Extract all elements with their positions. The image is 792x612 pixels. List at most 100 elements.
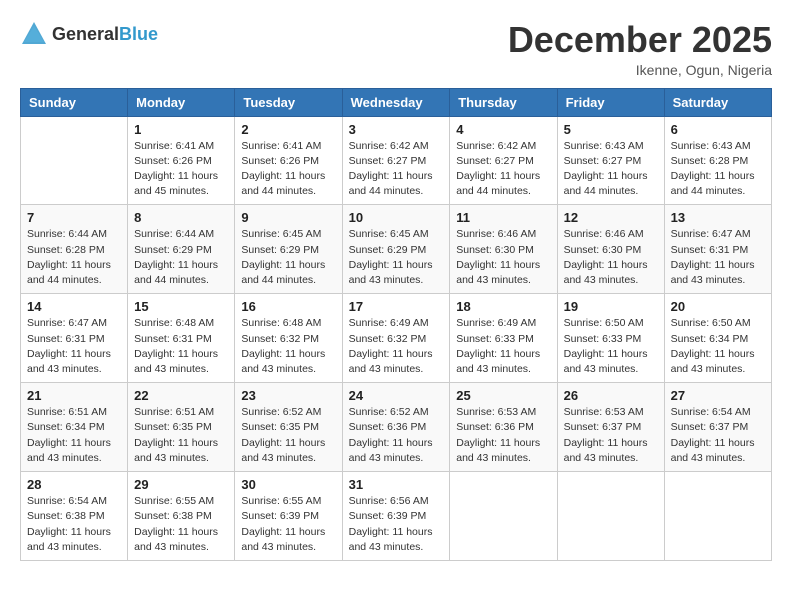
day-info: Sunrise: 6:53 AMSunset: 6:37 PMDaylight:… [564, 405, 658, 466]
day-info: Sunrise: 6:47 AMSunset: 6:31 PMDaylight:… [27, 316, 121, 377]
day-number: 23 [241, 388, 335, 403]
calendar-cell: 2 Sunrise: 6:41 AMSunset: 6:26 PMDaylight… [235, 116, 342, 205]
logo: General Blue [20, 20, 158, 48]
day-info: Sunrise: 6:42 AMSunset: 6:27 PMDaylight:… [456, 139, 550, 200]
day-number: 12 [564, 210, 658, 225]
day-info: Sunrise: 6:55 AMSunset: 6:38 PMDaylight:… [134, 494, 228, 555]
calendar-cell: 13 Sunrise: 6:47 AMSunset: 6:31 PMDayligh… [664, 205, 771, 294]
day-info: Sunrise: 6:48 AMSunset: 6:32 PMDaylight:… [241, 316, 335, 377]
title-block: December 2025 Ikenne, Ogun, Nigeria [508, 20, 772, 78]
logo-text-blue: Blue [119, 25, 158, 43]
location: Ikenne, Ogun, Nigeria [508, 62, 772, 78]
day-info: Sunrise: 6:43 AMSunset: 6:28 PMDaylight:… [671, 139, 765, 200]
calendar-cell: 27Sunrise: 6:54 AMSunset: 6:37 PMDayligh… [664, 383, 771, 472]
weekday-header: Friday [557, 88, 664, 116]
calendar-cell: 22 Sunrise: 6:51 AMSunset: 6:35 PMDayligh… [128, 383, 235, 472]
day-info: Sunrise: 6:50 AMSunset: 6:34 PMDaylight:… [671, 316, 765, 377]
calendar-cell: 28 Sunrise: 6:54 AMSunset: 6:38 PMDayligh… [21, 472, 128, 561]
day-number: 29 [134, 477, 228, 492]
calendar-cell: 12Sunrise: 6:46 AMSunset: 6:30 PMDayligh… [557, 205, 664, 294]
calendar-cell: 25 Sunrise: 6:53 AMSunset: 6:36 PMDayligh… [450, 383, 557, 472]
calendar-cell: 3 Sunrise: 6:42 AMSunset: 6:27 PMDaylight… [342, 116, 450, 205]
weekday-header: Wednesday [342, 88, 450, 116]
calendar-week-row: 1 Sunrise: 6:41 AMSunset: 6:26 PMDaylight… [21, 116, 772, 205]
day-number: 21 [27, 388, 121, 403]
day-info: Sunrise: 6:41 AMSunset: 6:26 PMDaylight:… [134, 139, 228, 200]
day-number: 5 [564, 122, 658, 137]
day-number: 18 [456, 299, 550, 314]
calendar-week-row: 7 Sunrise: 6:44 AMSunset: 6:28 PMDaylight… [21, 205, 772, 294]
day-info: Sunrise: 6:56 AMSunset: 6:39 PMDaylight:… [349, 494, 444, 555]
calendar-cell: 29 Sunrise: 6:55 AMSunset: 6:38 PMDayligh… [128, 472, 235, 561]
calendar-cell: 15 Sunrise: 6:48 AMSunset: 6:31 PMDayligh… [128, 294, 235, 383]
calendar-cell: 26 Sunrise: 6:53 AMSunset: 6:37 PMDayligh… [557, 383, 664, 472]
day-number: 13 [671, 210, 765, 225]
day-info: Sunrise: 6:48 AMSunset: 6:31 PMDaylight:… [134, 316, 228, 377]
day-number: 4 [456, 122, 550, 137]
day-number: 2 [241, 122, 335, 137]
day-number: 30 [241, 477, 335, 492]
day-number: 22 [134, 388, 228, 403]
calendar-cell: 24 Sunrise: 6:52 AMSunset: 6:36 PMDayligh… [342, 383, 450, 472]
calendar-cell: 21Sunrise: 6:51 AMSunset: 6:34 PMDayligh… [21, 383, 128, 472]
day-number: 14 [27, 299, 121, 314]
day-number: 8 [134, 210, 228, 225]
calendar-week-row: 21Sunrise: 6:51 AMSunset: 6:34 PMDayligh… [21, 383, 772, 472]
day-number: 9 [241, 210, 335, 225]
day-number: 28 [27, 477, 121, 492]
day-info: Sunrise: 6:49 AMSunset: 6:33 PMDaylight:… [456, 316, 550, 377]
day-number: 1 [134, 122, 228, 137]
day-number: 3 [349, 122, 444, 137]
day-number: 7 [27, 210, 121, 225]
day-info: Sunrise: 6:42 AMSunset: 6:27 PMDaylight:… [349, 139, 444, 200]
day-info: Sunrise: 6:49 AMSunset: 6:32 PMDaylight:… [349, 316, 444, 377]
calendar-cell: 30 Sunrise: 6:55 AMSunset: 6:39 PMDayligh… [235, 472, 342, 561]
day-number: 25 [456, 388, 550, 403]
calendar-week-row: 28 Sunrise: 6:54 AMSunset: 6:38 PMDayligh… [21, 472, 772, 561]
calendar-cell: 4 Sunrise: 6:42 AMSunset: 6:27 PMDaylight… [450, 116, 557, 205]
day-number: 20 [671, 299, 765, 314]
calendar-cell: 5Sunrise: 6:43 AMSunset: 6:27 PMDaylight… [557, 116, 664, 205]
day-number: 15 [134, 299, 228, 314]
calendar-cell: 20 Sunrise: 6:50 AMSunset: 6:34 PMDayligh… [664, 294, 771, 383]
weekday-header: Tuesday [235, 88, 342, 116]
day-info: Sunrise: 6:47 AMSunset: 6:31 PMDaylight:… [671, 227, 765, 288]
day-info: Sunrise: 6:52 AMSunset: 6:36 PMDaylight:… [349, 405, 444, 466]
weekday-header: Monday [128, 88, 235, 116]
calendar-cell: 6 Sunrise: 6:43 AMSunset: 6:28 PMDaylight… [664, 116, 771, 205]
calendar-cell [21, 116, 128, 205]
calendar-cell: 7 Sunrise: 6:44 AMSunset: 6:28 PMDaylight… [21, 205, 128, 294]
calendar-cell: 18 Sunrise: 6:49 AMSunset: 6:33 PMDayligh… [450, 294, 557, 383]
day-info: Sunrise: 6:53 AMSunset: 6:36 PMDaylight:… [456, 405, 550, 466]
calendar-cell: 31Sunrise: 6:56 AMSunset: 6:39 PMDayligh… [342, 472, 450, 561]
day-info: Sunrise: 6:55 AMSunset: 6:39 PMDaylight:… [241, 494, 335, 555]
calendar-cell [450, 472, 557, 561]
calendar-cell: 1 Sunrise: 6:41 AMSunset: 6:26 PMDaylight… [128, 116, 235, 205]
calendar-cell: 16 Sunrise: 6:48 AMSunset: 6:32 PMDayligh… [235, 294, 342, 383]
day-info: Sunrise: 6:44 AMSunset: 6:29 PMDaylight:… [134, 227, 228, 288]
day-number: 11 [456, 210, 550, 225]
calendar-cell: 9Sunrise: 6:45 AMSunset: 6:29 PMDaylight… [235, 205, 342, 294]
day-number: 16 [241, 299, 335, 314]
calendar-cell [664, 472, 771, 561]
day-number: 17 [349, 299, 444, 314]
day-number: 10 [349, 210, 444, 225]
calendar-cell: 19Sunrise: 6:50 AMSunset: 6:33 PMDayligh… [557, 294, 664, 383]
calendar-table: SundayMondayTuesdayWednesdayThursdayFrid… [20, 88, 772, 561]
calendar-week-row: 14 Sunrise: 6:47 AMSunset: 6:31 PMDayligh… [21, 294, 772, 383]
weekday-header: Sunday [21, 88, 128, 116]
day-info: Sunrise: 6:54 AMSunset: 6:38 PMDaylight:… [27, 494, 121, 555]
day-info: Sunrise: 6:45 AMSunset: 6:29 PMDaylight:… [349, 227, 444, 288]
day-number: 24 [349, 388, 444, 403]
day-number: 6 [671, 122, 765, 137]
day-info: Sunrise: 6:54 AMSunset: 6:37 PMDaylight:… [671, 405, 765, 466]
day-info: Sunrise: 6:44 AMSunset: 6:28 PMDaylight:… [27, 227, 121, 288]
weekday-header-row: SundayMondayTuesdayWednesdayThursdayFrid… [21, 88, 772, 116]
calendar-cell: 8 Sunrise: 6:44 AMSunset: 6:29 PMDaylight… [128, 205, 235, 294]
day-info: Sunrise: 6:51 AMSunset: 6:35 PMDaylight:… [134, 405, 228, 466]
day-info: Sunrise: 6:41 AMSunset: 6:26 PMDaylight:… [241, 139, 335, 200]
month-title: December 2025 [508, 20, 772, 60]
page-header: General Blue December 2025 Ikenne, Ogun,… [20, 20, 772, 78]
day-info: Sunrise: 6:46 AMSunset: 6:30 PMDaylight:… [456, 227, 550, 288]
day-number: 26 [564, 388, 658, 403]
